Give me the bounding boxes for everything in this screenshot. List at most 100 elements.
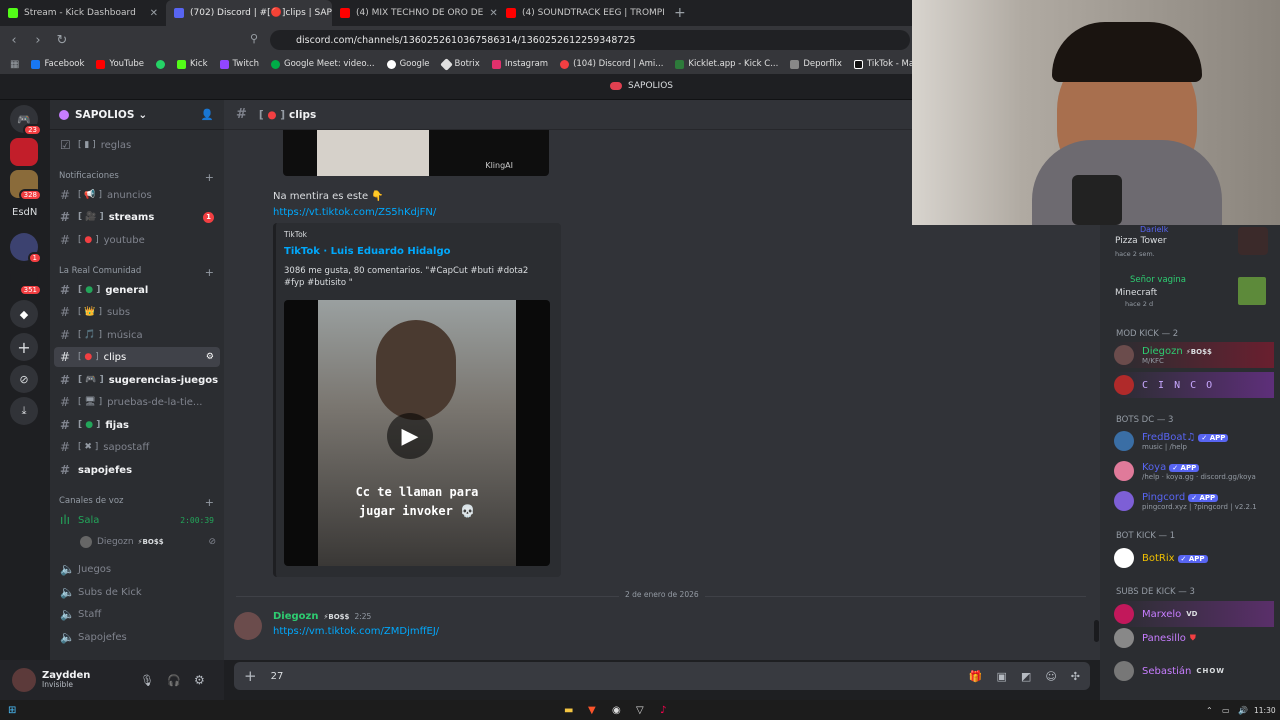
channel-youtube[interactable]: #[ ● ] youtube — [54, 230, 220, 250]
add-attachment-icon[interactable]: + — [244, 667, 257, 685]
category-canales-de-voz[interactable]: Canales de voz + — [59, 496, 214, 509]
member-pingcord[interactable]: Pingcord ✓ APP pingcord.xyz | ?pingcord | … — [1114, 488, 1274, 514]
scrollbar[interactable] — [1094, 620, 1099, 642]
download-icon[interactable]: ⤓ — [10, 397, 38, 425]
member-botrix[interactable]: BotRix ✓ APP — [1114, 545, 1274, 571]
bookmark-kick[interactable]: Kick — [176, 59, 208, 69]
voice-channel-sapojefes[interactable]: 🔈 Sapojefes — [54, 627, 220, 647]
avatar[interactable] — [12, 668, 36, 692]
forward-icon[interactable]: › — [28, 33, 48, 48]
discover-icon[interactable]: ⊘ — [10, 365, 38, 393]
tab-discord[interactable]: (702) Discord | #[🔴]clips | SAPOLIOS✕ — [166, 0, 332, 26]
member-name[interactable]: Darielk — [1140, 225, 1168, 234]
tab-youtube-mix[interactable]: (4) MIX TECHNO DE ORO DE ✕ — [332, 0, 498, 26]
bookmark-twitch[interactable]: Twitch — [219, 59, 259, 69]
category-la-real-comunidad[interactable]: La Real Comunidad + — [59, 266, 214, 279]
member-sebastian[interactable]: Sebastián CHOW — [1114, 658, 1274, 684]
sticker-icon[interactable]: ◩ — [1021, 670, 1031, 683]
settings-icon[interactable]: ⚙ — [206, 352, 214, 362]
server-icon-blue[interactable]: 1 — [10, 233, 42, 264]
clock[interactable]: 11:30 — [1254, 706, 1276, 715]
windows-start-icon[interactable]: ⊞ — [8, 705, 16, 716]
channel-sugerencias-juegos[interactable]: #[ 🎮 ] sugerencias-juegos — [54, 370, 220, 390]
bookmark-google[interactable]: Google — [386, 59, 430, 69]
direct-messages-icon[interactable]: 🎮 23 — [10, 105, 42, 136]
channel-clips[interactable]: #[ ● ] clips ⚙ — [54, 347, 220, 367]
channel-fijas[interactable]: #[ ● ] fijas — [54, 415, 220, 435]
add-channel-icon[interactable]: + — [205, 496, 214, 509]
member-diegozn[interactable]: Diegozn ⚡BO$$ M/KFC — [1114, 342, 1274, 368]
member-name[interactable]: Señor vagina — [1130, 275, 1186, 285]
volume-icon[interactable]: 🔊 — [1238, 706, 1248, 715]
avatar[interactable] — [234, 612, 262, 640]
channel-sapostaff[interactable]: #[ ✖ ] sapostaff — [54, 437, 220, 457]
bookmark-whatsapp[interactable] — [155, 59, 165, 69]
voice-user-diegozn[interactable]: Diegozn ⚡BO$$ ⊘ — [74, 532, 220, 552]
obs-icon[interactable]: ◉ — [612, 705, 621, 716]
gear-icon[interactable]: ⚙ — [194, 673, 205, 687]
bookmark-google-meet[interactable]: Google Meet: video... — [271, 59, 375, 69]
microphone-icon[interactable]: 🎙 — [140, 674, 154, 687]
new-tab-button[interactable]: + — [664, 5, 696, 21]
member-marxelo[interactable]: Marxelo VD — [1114, 601, 1274, 627]
server-icon-red[interactable] — [10, 138, 38, 166]
server-icon-diamond[interactable]: ◆ — [10, 300, 38, 328]
channel-reglas[interactable]: ☑[ ▮ ] reglas — [54, 135, 220, 155]
channel-sapojefes[interactable]: # sapojefes — [54, 460, 220, 480]
tiktok-icon[interactable]: ♪ — [660, 705, 666, 716]
channel-streams[interactable]: #[ 🎥 ] streams 1 — [54, 207, 220, 227]
gift-icon[interactable]: 🎁 — [969, 670, 983, 683]
voice-channel-subs[interactable]: 🔈 Subs de Kick — [54, 582, 220, 602]
close-tab-icon[interactable]: ✕ — [489, 8, 497, 19]
gif-icon[interactable]: ▣ — [997, 670, 1007, 683]
member-fredboat[interactable]: FredBoat♫ ✓ APP music | /help — [1114, 428, 1274, 454]
bookmark-discord[interactable]: (104) Discord | Ami... — [560, 59, 663, 69]
reload-icon[interactable]: ↻ — [52, 33, 72, 48]
embedded-video-previous[interactable]: KlingAI — [283, 130, 549, 176]
brave-icon[interactable]: ▼ — [588, 705, 596, 716]
channel-anuncios[interactable]: #[ 📢 ] anuncios — [54, 185, 220, 205]
message-author[interactable]: Diegozn — [273, 611, 318, 622]
tab-youtube-soundtrack[interactable]: (4) SOUNDTRACK EEG | TROMPETAS — [498, 0, 664, 26]
channel-pruebas[interactable]: #[ 🖥 ] pruebas-de-la-tie... — [54, 392, 220, 412]
member-koya[interactable]: Koya ✓ APP/help · koya.gg · discord.gg/ko… — [1114, 458, 1274, 484]
member-panesillo[interactable]: Panesillo ⛊ — [1114, 625, 1274, 651]
url-input[interactable]: discord.com/channels/1360252610367586314… — [270, 30, 910, 50]
tray-chevron-icon[interactable]: ⌃ — [1206, 706, 1213, 715]
server-icon-photo[interactable]: 328 — [10, 170, 42, 201]
bookmark-deporflix[interactable]: Deporflix — [790, 59, 842, 69]
category-notificaciones[interactable]: Notificaciones + — [59, 171, 214, 184]
headphones-icon[interactable]: 🎧 — [167, 674, 181, 687]
file-explorer-icon[interactable]: ▬ — [564, 705, 573, 716]
add-channel-icon[interactable]: + — [205, 266, 214, 279]
server-esdn[interactable]: EsdN — [12, 207, 37, 218]
message-link[interactable]: https://vt.tiktok.com/ZS5hKdjFN/ — [273, 207, 436, 218]
embed-video[interactable]: ▶ Cc te llaman para jugar invoker 💀 — [284, 300, 550, 566]
voice-channel-sala[interactable]: ılı Sala 2:00:39 — [54, 510, 220, 530]
message-composer[interactable]: + 27 🎁 ▣ ◩ ☺ ✣ — [234, 662, 1090, 690]
embed-title[interactable]: TikTok · Luis Eduardo Hidalgo — [284, 246, 450, 257]
channel-general[interactable]: #[ ● ] general — [54, 280, 220, 300]
network-icon[interactable]: ▭ — [1222, 706, 1230, 715]
bookmark-facebook[interactable]: Facebook — [31, 59, 84, 69]
member-cinco[interactable]: C I N C O — [1114, 372, 1274, 398]
add-channel-icon[interactable]: + — [205, 171, 214, 184]
message-link[interactable]: https://vm.tiktok.com/ZMDjmffEJ/ — [273, 626, 439, 637]
voice-channel-juegos[interactable]: 🔈 Juegos — [54, 559, 220, 579]
voice-channel-staff[interactable]: 🔈 Staff — [54, 604, 220, 624]
apps-icon[interactable]: ✣ — [1071, 670, 1080, 683]
bookmark-icon[interactable]: ⚲ — [250, 32, 258, 45]
composer-input[interactable]: 27 — [271, 671, 284, 682]
app-icon[interactable]: ▽ — [636, 705, 644, 716]
channel-musica[interactable]: #[ 🎵 ] música — [54, 325, 220, 345]
bookmark-instagram[interactable]: Instagram — [491, 59, 548, 69]
apps-icon[interactable]: ▦ — [10, 59, 19, 70]
bookmark-botrix[interactable]: Botrix — [439, 57, 480, 71]
bookmark-youtube[interactable]: YouTube — [96, 59, 144, 69]
channel-subs[interactable]: #[ 👑 ] subs — [54, 302, 220, 322]
server-header[interactable]: SAPOLIOS ⌄ 👤 — [50, 100, 224, 130]
play-icon[interactable]: ▶ — [387, 413, 433, 459]
back-icon[interactable]: ‹ — [4, 33, 24, 48]
emoji-icon[interactable]: ☺ — [1045, 670, 1056, 683]
add-server-icon[interactable]: + — [10, 333, 38, 361]
